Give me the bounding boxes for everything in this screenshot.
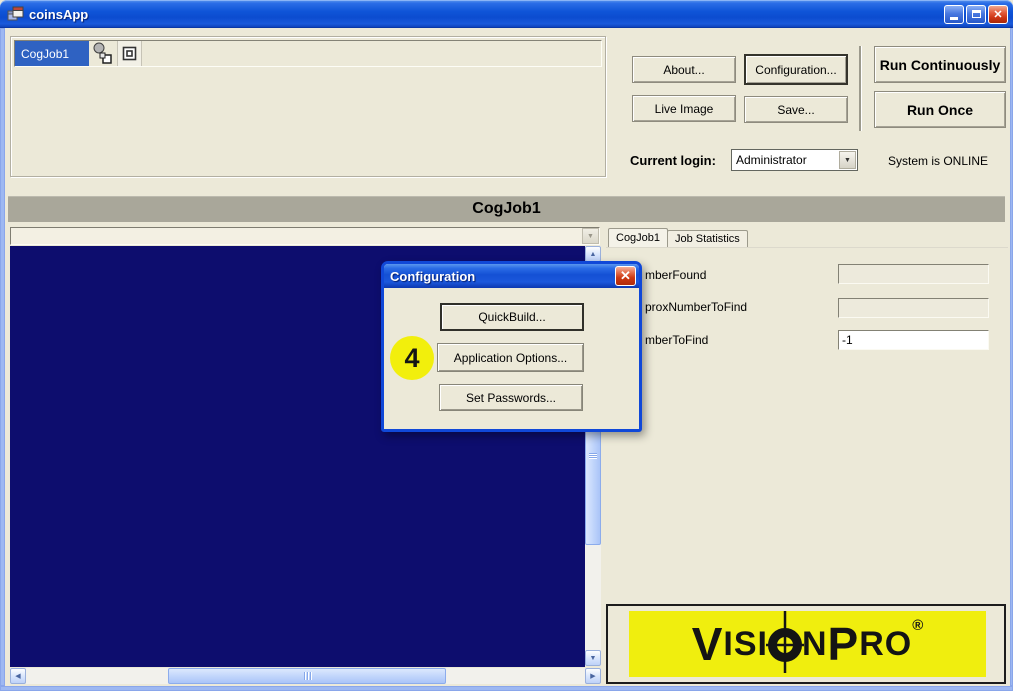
- thumb-grip: [307, 672, 308, 680]
- thumb-grip: [310, 672, 311, 680]
- logo-letter: P: [828, 621, 860, 667]
- crosshair-target-icon: [766, 611, 804, 677]
- application-options-button[interactable]: Application Options...: [437, 343, 584, 372]
- number-found-field: [838, 264, 989, 284]
- number-to-find-label: mberToFind: [645, 333, 708, 347]
- window-border-left: [0, 28, 5, 686]
- login-dropdown-value: Administrator: [732, 153, 839, 167]
- number-to-find-input[interactable]: [839, 331, 988, 349]
- about-button[interactable]: About...: [632, 56, 736, 83]
- maximize-icon: [972, 10, 981, 18]
- square-region-icon: [121, 45, 138, 62]
- thumb-grip: [589, 455, 597, 456]
- logo-letter: ISI: [723, 627, 768, 661]
- visionpro-logo: V ISI N P RO ®: [629, 611, 986, 677]
- minimize-button[interactable]: [944, 5, 964, 24]
- thumb-grip: [589, 453, 597, 454]
- window-title: coinsApp: [29, 7, 944, 22]
- tab-cogjob1[interactable]: CogJob1: [608, 228, 668, 247]
- close-icon: ✕: [993, 8, 1002, 21]
- thumb-grip: [589, 457, 597, 458]
- job-header-bar: CogJob1: [8, 196, 1005, 222]
- scroll-down-icon: ▼: [590, 655, 597, 662]
- window-border-bottom: [0, 686, 1013, 691]
- dialog-titlebar: Configuration ✕: [384, 264, 639, 288]
- chevron-down-icon[interactable]: ▼: [582, 228, 599, 244]
- job-item-label: CogJob1: [21, 47, 69, 61]
- scroll-up-button[interactable]: ▲: [585, 246, 601, 262]
- dialog-title: Configuration: [390, 269, 615, 284]
- logo-letter: RO: [859, 627, 912, 661]
- quickbuild-button[interactable]: QuickBuild...: [440, 303, 584, 331]
- live-image-button[interactable]: Live Image: [632, 95, 736, 122]
- chevron-down-icon[interactable]: ▼: [839, 151, 856, 169]
- system-status-text: System is ONLINE: [888, 154, 988, 168]
- number-found-label: mberFound: [645, 268, 706, 282]
- record-selector-dropdown[interactable]: ▼: [10, 227, 600, 245]
- job-list-toolbar: CogJob1: [14, 40, 602, 67]
- close-button[interactable]: ✕: [988, 5, 1008, 24]
- thumb-grip: [304, 672, 305, 680]
- step-annotation-badge: 4: [390, 336, 434, 380]
- configuration-button[interactable]: Configuration...: [744, 54, 848, 85]
- scroll-left-button[interactable]: ◀: [10, 668, 26, 684]
- scroll-right-icon: ▶: [590, 672, 595, 680]
- approx-number-to-find-label: proxNumberToFind: [645, 300, 747, 314]
- logo-letter: V: [692, 621, 724, 667]
- scroll-down-button[interactable]: ▼: [585, 650, 601, 666]
- number-to-find-field[interactable]: [838, 330, 989, 350]
- job-header-title: CogJob1: [472, 200, 540, 218]
- tab-job-statistics[interactable]: Job Statistics: [667, 230, 748, 247]
- step-annotation-number: 4: [404, 343, 419, 374]
- scroll-right-button[interactable]: ▶: [585, 668, 601, 684]
- scroll-left-icon: ◀: [15, 672, 20, 680]
- login-dropdown[interactable]: Administrator ▼: [731, 149, 858, 171]
- save-button[interactable]: Save...: [744, 96, 848, 123]
- job-list-item-cogjob1[interactable]: CogJob1: [15, 41, 89, 66]
- run-continuously-button[interactable]: Run Continuously: [874, 46, 1006, 83]
- scroll-up-icon: ▲: [590, 251, 597, 258]
- number-found-input: [839, 265, 988, 283]
- region-display-button[interactable]: [117, 41, 142, 66]
- current-login-label: Current login:: [630, 153, 716, 168]
- set-passwords-button[interactable]: Set Passwords...: [439, 384, 583, 411]
- minimize-icon: [950, 17, 958, 20]
- approx-number-to-find-field: [838, 298, 989, 318]
- close-icon: ✕: [620, 268, 631, 284]
- button-column-divider: [859, 46, 861, 131]
- logo-letter: N: [802, 627, 828, 661]
- dialog-close-button[interactable]: ✕: [615, 266, 636, 286]
- acquire-image-icon[interactable]: [89, 41, 117, 66]
- app-icon: [7, 6, 24, 22]
- window-titlebar: coinsApp ✕: [0, 0, 1013, 28]
- horizontal-scrollbar-thumb[interactable]: [168, 668, 446, 684]
- run-once-button[interactable]: Run Once: [874, 91, 1006, 128]
- registered-trademark-icon: ®: [912, 617, 923, 634]
- horizontal-scrollbar[interactable]: ◀ ▶: [10, 668, 601, 684]
- approx-number-to-find-input: [839, 299, 988, 317]
- maximize-button[interactable]: [966, 5, 986, 24]
- visionpro-logo-box: V ISI N P RO ®: [606, 604, 1006, 684]
- window-controls: ✕: [944, 5, 1008, 24]
